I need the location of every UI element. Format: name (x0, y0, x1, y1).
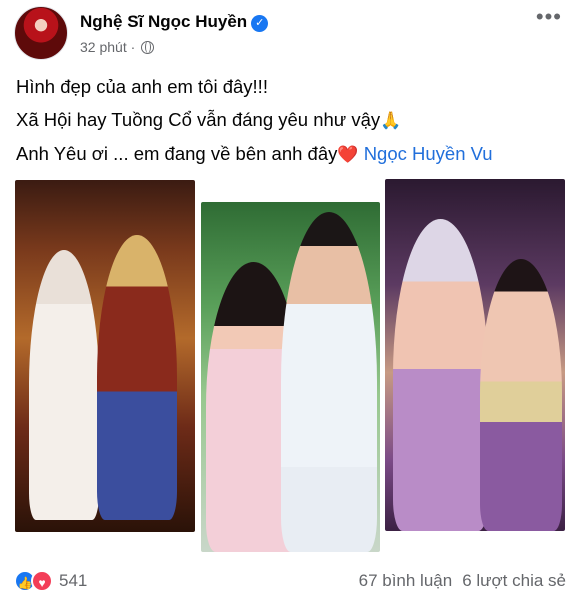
photo-2[interactable] (201, 202, 380, 552)
post-body: Hình đẹp của anh em tôi đây!!! Xã Hội ha… (16, 70, 572, 171)
heart-emoji-icon: ❤️ (337, 145, 359, 164)
post-header: Nghệ Sĩ Ngọc Huyền ✓ 32 phút · ••• (14, 6, 566, 60)
photo-1-figure-right (97, 235, 177, 520)
meta-separator: · (130, 39, 136, 55)
post-line-2: Xã Hội hay Tuồng Cổ vẫn đáng yêu như vậy… (16, 103, 572, 137)
photo-2-figure-right (281, 212, 377, 552)
post-line-3-text: Anh Yêu ơi ... em đang về bên anh đây (16, 143, 338, 164)
love-reaction-icon: ♥ (31, 570, 53, 592)
comments-count[interactable]: 67 bình luận (359, 571, 453, 590)
post-line-3: Anh Yêu ơi ... em đang về bên anh đây❤️ … (16, 137, 572, 171)
photo-3[interactable] (385, 179, 565, 531)
photo-3-figure-right (480, 259, 562, 531)
author-name[interactable]: Nghệ Sĩ Ngọc Huyền (80, 12, 247, 31)
tagged-user-link[interactable]: Ngọc Huyền Vu (364, 143, 493, 164)
photo-3-figure-left (393, 219, 488, 531)
verified-badge-icon: ✓ (251, 15, 269, 32)
post-line-1: Hình đẹp của anh em tôi đây!!! (16, 76, 268, 97)
post-meta: 32 phút · (80, 39, 155, 55)
author-avatar[interactable] (14, 6, 68, 60)
author-name-row: Nghệ Sĩ Ngọc Huyền ✓ (80, 12, 269, 32)
reaction-count[interactable]: 541 (59, 571, 87, 591)
globe-icon[interactable] (141, 41, 155, 54)
engagement-stats: 67 bình luận 6 lượt chia sẻ (359, 571, 566, 591)
photo-1[interactable] (15, 180, 195, 532)
post-time[interactable]: 32 phút (80, 39, 127, 55)
shares-count[interactable]: 6 lượt chia sẻ (462, 571, 566, 590)
more-options-icon[interactable]: ••• (536, 6, 562, 28)
post-line-2-text: Xã Hội hay Tuồng Cổ vẫn đáng yêu như vậy (16, 109, 381, 130)
pray-emoji-icon: 🙏 (380, 111, 402, 130)
reaction-icons[interactable]: 👍 ♥ (14, 570, 62, 592)
photo-1-figure-left (29, 250, 99, 520)
post-footer: 👍 ♥ 541 67 bình luận 6 lượt chia sẻ (14, 568, 566, 596)
